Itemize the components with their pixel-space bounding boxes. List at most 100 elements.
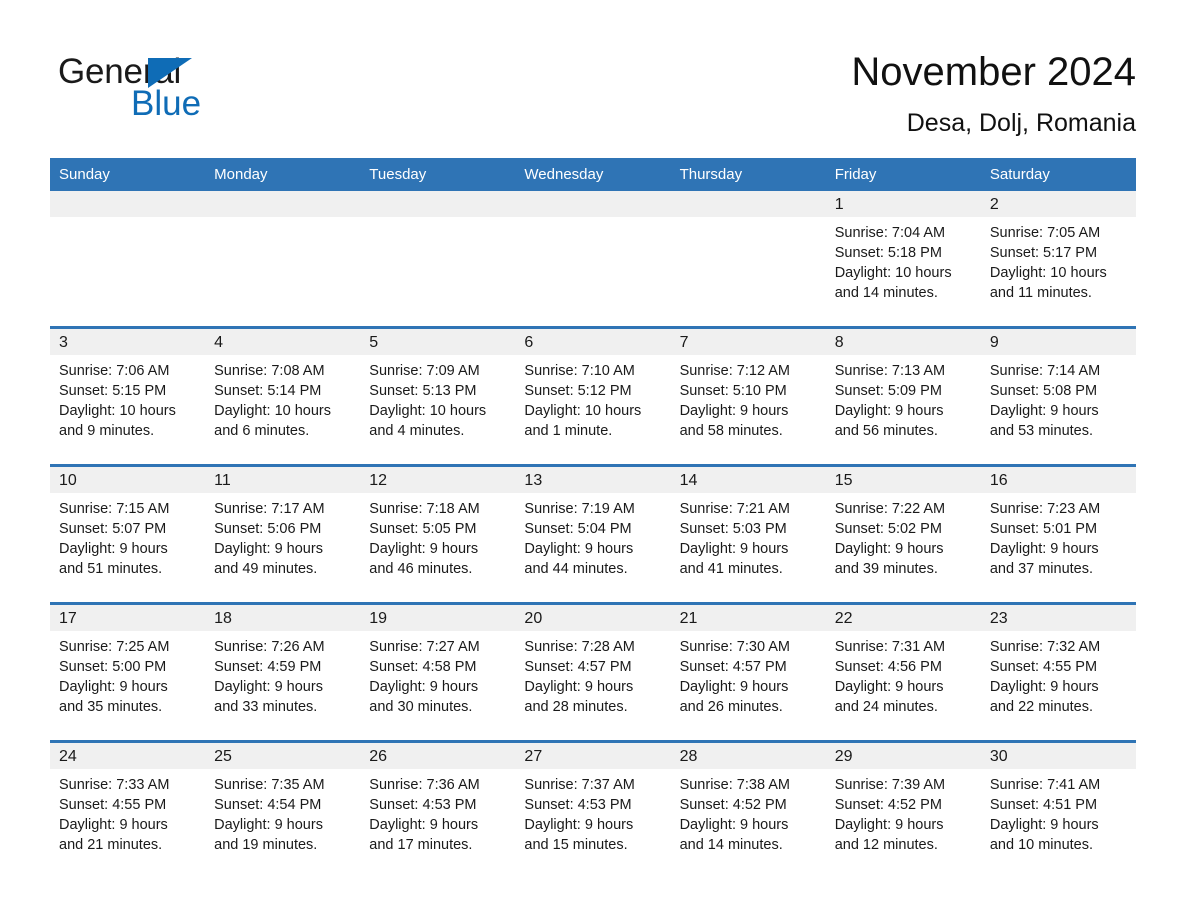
sunset-text: Sunset: 5:02 PM xyxy=(834,521,942,537)
sunset-text: Sunset: 5:18 PM xyxy=(834,245,942,261)
day-cell[interactable]: 22 Sunrise: 7:31 AM Sunset: 4:56 PM Dayligh… xyxy=(825,602,981,742)
daylight-text-line1: Daylight: 10 hours xyxy=(834,265,952,281)
daylight-text-line2: and 49 minutes. xyxy=(214,561,318,577)
day-details: Sunrise: 7:17 AM Sunset: 5:06 PM Daylight:… xyxy=(205,493,360,579)
day-cell[interactable]: 13 Sunrise: 7:19 AM Sunset: 5:04 PM Dayligh… xyxy=(515,464,671,604)
day-cell[interactable]: 14 Sunrise: 7:21 AM Sunset: 5:03 PM Dayligh… xyxy=(670,464,826,604)
sunset-text: Sunset: 4:55 PM xyxy=(59,797,167,813)
daylight-text-line1: Daylight: 10 hours xyxy=(989,265,1107,281)
day-cell[interactable]: 11 Sunrise: 7:17 AM Sunset: 5:06 PM Dayligh… xyxy=(205,464,361,604)
day-details: Sunrise: 7:13 AM Sunset: 5:09 PM Daylight:… xyxy=(826,355,981,441)
day-cell[interactable]: 15 Sunrise: 7:22 AM Sunset: 5:02 PM Dayligh… xyxy=(825,464,981,604)
day-cell[interactable]: 29 Sunrise: 7:39 AM Sunset: 4:52 PM Dayligh… xyxy=(825,740,981,878)
day-cell[interactable]: 20 Sunrise: 7:28 AM Sunset: 4:57 PM Dayligh… xyxy=(515,602,671,742)
day-details: Sunrise: 7:27 AM Sunset: 4:58 PM Daylight:… xyxy=(360,631,515,717)
sunrise-text: Sunrise: 7:27 AM xyxy=(369,639,480,655)
daylight-text-line2: and 24 minutes. xyxy=(834,699,938,715)
daylight-text-line2: and 33 minutes. xyxy=(214,699,318,715)
sunrise-text: Sunrise: 7:28 AM xyxy=(524,639,635,655)
sunset-text: Sunset: 5:00 PM xyxy=(59,659,167,675)
day-cell[interactable]: 9 Sunrise: 7:14 AM Sunset: 5:08 PM Daylight… xyxy=(980,326,1136,466)
day-cell[interactable]: 24 Sunrise: 7:33 AM Sunset: 4:55 PM Dayligh… xyxy=(50,740,206,878)
day-cell[interactable]: 7 Sunrise: 7:12 AM Sunset: 5:10 PM Daylight… xyxy=(670,326,826,466)
sunset-text: Sunset: 5:01 PM xyxy=(989,521,1098,537)
day-details: Sunrise: 7:37 AM Sunset: 4:53 PM Daylight:… xyxy=(515,769,670,855)
daylight-text-line2: and 19 minutes. xyxy=(214,837,318,853)
daylight-text-line1: Daylight: 9 hours xyxy=(369,679,479,695)
daylight-text-line1: Daylight: 9 hours xyxy=(369,541,479,557)
day-number xyxy=(515,191,671,217)
day-cell[interactable]: 17 Sunrise: 7:25 AM Sunset: 5:00 PM Dayligh… xyxy=(50,602,206,742)
daylight-text-line1: Daylight: 9 hours xyxy=(524,817,634,833)
day-number: 25 xyxy=(205,743,361,769)
day-cell[interactable]: 1 Sunrise: 7:04 AM Sunset: 5:18 PM Daylight… xyxy=(825,191,981,328)
sunset-text: Sunset: 5:07 PM xyxy=(59,521,167,537)
sunset-text: Sunset: 5:15 PM xyxy=(59,383,167,399)
day-cell[interactable]: 19 Sunrise: 7:27 AM Sunset: 4:58 PM Dayligh… xyxy=(360,602,516,742)
sunrise-text: Sunrise: 7:35 AM xyxy=(214,777,325,793)
sunrise-text: Sunrise: 7:38 AM xyxy=(679,777,790,793)
day-number: 8 xyxy=(825,329,981,355)
day-details: Sunrise: 7:32 AM Sunset: 4:55 PM Daylight:… xyxy=(981,631,1136,717)
day-cell[interactable]: 18 Sunrise: 7:26 AM Sunset: 4:59 PM Dayligh… xyxy=(205,602,361,742)
sunrise-text: Sunrise: 7:31 AM xyxy=(834,639,946,655)
day-cell[interactable] xyxy=(360,191,516,328)
daylight-text-line1: Daylight: 9 hours xyxy=(214,817,323,833)
sunset-text: Sunset: 5:17 PM xyxy=(989,245,1098,261)
sunrise-text: Sunrise: 7:10 AM xyxy=(524,363,635,379)
day-cell[interactable]: 12 Sunrise: 7:18 AM Sunset: 5:05 PM Dayligh… xyxy=(360,464,516,604)
calendar-week-row: 3 Sunrise: 7:06 AM Sunset: 5:15 PM Daylight… xyxy=(50,326,1136,466)
day-cell[interactable]: 4 Sunrise: 7:08 AM Sunset: 5:14 PM Daylight… xyxy=(205,326,361,466)
day-cell[interactable]: 30 Sunrise: 7:41 AM Sunset: 4:51 PM Dayligh… xyxy=(980,740,1136,878)
daylight-text-line1: Daylight: 9 hours xyxy=(834,403,944,419)
day-details: Sunrise: 7:09 AM Sunset: 5:13 PM Daylight:… xyxy=(360,355,515,441)
day-cell[interactable]: 25 Sunrise: 7:35 AM Sunset: 4:54 PM Dayligh… xyxy=(205,740,361,878)
day-cell[interactable]: 27 Sunrise: 7:37 AM Sunset: 4:53 PM Dayligh… xyxy=(515,740,671,878)
day-details: Sunrise: 7:04 AM Sunset: 5:18 PM Daylight:… xyxy=(826,217,981,303)
day-cell[interactable]: 28 Sunrise: 7:38 AM Sunset: 4:52 PM Dayligh… xyxy=(670,740,826,878)
day-number: 3 xyxy=(50,329,206,355)
day-details: Sunrise: 7:28 AM Sunset: 4:57 PM Daylight:… xyxy=(515,631,670,717)
sunrise-text: Sunrise: 7:04 AM xyxy=(834,225,946,241)
weekday-header-thursday: Thursday xyxy=(670,158,826,191)
day-cell[interactable]: 10 Sunrise: 7:15 AM Sunset: 5:07 PM Dayligh… xyxy=(50,464,206,604)
day-details: Sunrise: 7:08 AM Sunset: 5:14 PM Daylight:… xyxy=(205,355,360,441)
day-cell[interactable]: 5 Sunrise: 7:09 AM Sunset: 5:13 PM Daylight… xyxy=(360,326,516,466)
daylight-text-line2: and 14 minutes. xyxy=(679,837,783,853)
calendar-week-row: 10 Sunrise: 7:15 AM Sunset: 5:07 PM Dayligh… xyxy=(50,464,1136,604)
day-cell[interactable]: 6 Sunrise: 7:10 AM Sunset: 5:12 PM Daylight… xyxy=(515,326,671,466)
weekday-header-saturday: Saturday xyxy=(980,158,1136,191)
daylight-text-line2: and 4 minutes. xyxy=(369,423,465,439)
sunset-text: Sunset: 5:13 PM xyxy=(369,383,477,399)
daylight-text-line2: and 15 minutes. xyxy=(524,837,628,853)
sunset-text: Sunset: 4:53 PM xyxy=(369,797,477,813)
day-details: Sunrise: 7:21 AM Sunset: 5:03 PM Daylight:… xyxy=(671,493,826,579)
day-cell[interactable]: 2 Sunrise: 7:05 AM Sunset: 5:17 PM Daylight… xyxy=(980,191,1136,328)
day-cell[interactable]: 23 Sunrise: 7:32 AM Sunset: 4:55 PM Dayligh… xyxy=(980,602,1136,742)
day-details: Sunrise: 7:31 AM Sunset: 4:56 PM Daylight:… xyxy=(826,631,981,717)
daylight-text-line1: Daylight: 9 hours xyxy=(369,817,479,833)
sunset-text: Sunset: 4:58 PM xyxy=(369,659,477,675)
daylight-text-line2: and 1 minute. xyxy=(524,423,613,439)
day-cell[interactable]: 8 Sunrise: 7:13 AM Sunset: 5:09 PM Daylight… xyxy=(825,326,981,466)
day-details: Sunrise: 7:12 AM Sunset: 5:10 PM Daylight:… xyxy=(671,355,826,441)
day-cell[interactable]: 16 Sunrise: 7:23 AM Sunset: 5:01 PM Dayligh… xyxy=(980,464,1136,604)
sunrise-text: Sunrise: 7:41 AM xyxy=(989,777,1101,793)
daylight-text-line1: Daylight: 9 hours xyxy=(679,541,789,557)
day-cell[interactable]: 26 Sunrise: 7:36 AM Sunset: 4:53 PM Dayligh… xyxy=(360,740,516,878)
daylight-text-line2: and 12 minutes. xyxy=(834,837,938,853)
day-cell[interactable]: 3 Sunrise: 7:06 AM Sunset: 5:15 PM Daylight… xyxy=(50,326,206,466)
day-cell[interactable]: 21 Sunrise: 7:30 AM Sunset: 4:57 PM Dayligh… xyxy=(670,602,826,742)
daylight-text-line1: Daylight: 9 hours xyxy=(989,817,1099,833)
day-cell[interactable] xyxy=(205,191,361,328)
calendar-week-row: 17 Sunrise: 7:25 AM Sunset: 5:00 PM Dayligh… xyxy=(50,602,1136,742)
brand-logo[interactable]: General Blue xyxy=(58,52,318,124)
daylight-text-line2: and 6 minutes. xyxy=(214,423,310,439)
day-details: Sunrise: 7:05 AM Sunset: 5:17 PM Daylight:… xyxy=(981,217,1136,303)
day-cell[interactable] xyxy=(515,191,671,328)
sunset-text: Sunset: 5:05 PM xyxy=(369,521,477,537)
sunrise-text: Sunrise: 7:21 AM xyxy=(679,501,790,517)
day-cell[interactable] xyxy=(50,191,206,328)
day-cell[interactable] xyxy=(670,191,826,328)
sunrise-text: Sunrise: 7:32 AM xyxy=(989,639,1101,655)
